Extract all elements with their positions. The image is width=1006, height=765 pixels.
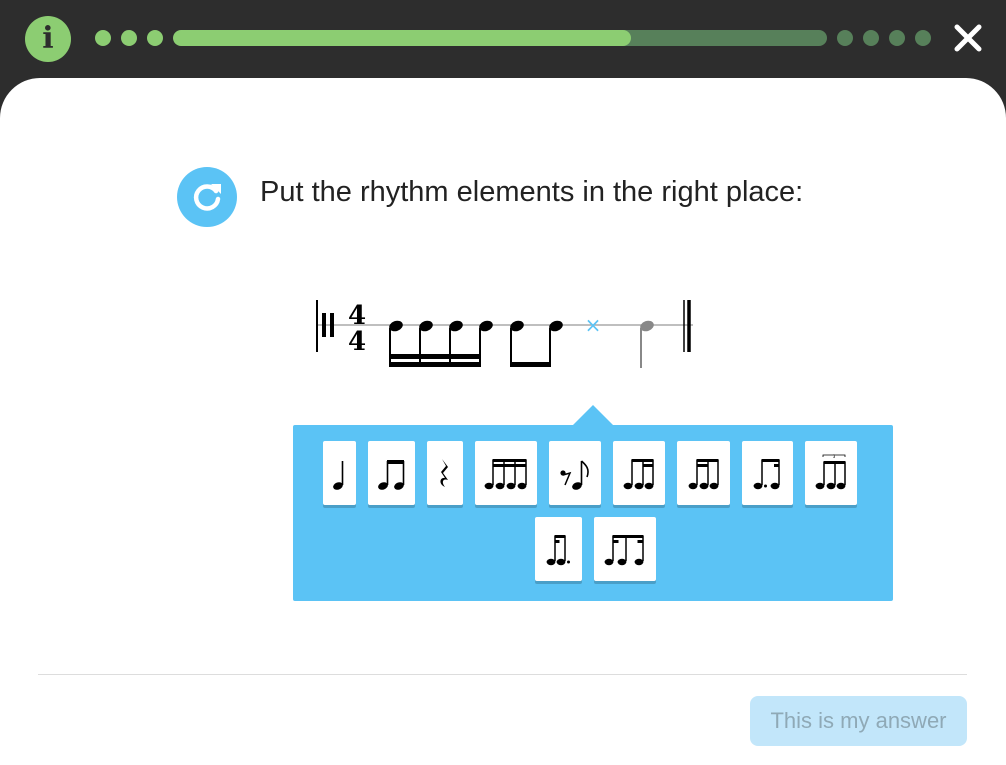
progress-step-done: [121, 30, 137, 46]
eighth-rest-eighth-note-icon: [560, 460, 589, 490]
submit-answer-button[interactable]: This is my answer: [750, 696, 967, 746]
progress-fill: [173, 30, 631, 46]
exercise-card: Put the rhythm elements in the right pla…: [0, 78, 1006, 765]
two-sixteenths-eighth-tile[interactable]: [677, 441, 730, 505]
syncopated-icon: [604, 535, 644, 566]
quarter-note-tile[interactable]: [323, 441, 356, 505]
progress-step-remaining: [889, 30, 905, 46]
two-sixteenths-eighth-icon: [688, 459, 719, 490]
question-text: Put the rhythm elements in the right pla…: [260, 176, 804, 208]
sixteenth-note-group: [389, 320, 493, 367]
progress-step-done: [95, 30, 111, 46]
eighth-note-pair: [510, 320, 563, 367]
dotted-eighth-sixteenth-icon: [753, 459, 780, 490]
progress-step-done: [147, 30, 163, 46]
progress-bar: [173, 30, 827, 46]
quarter-rest-tile[interactable]: [427, 441, 463, 505]
eighth-rest-eighth-note-tile[interactable]: [549, 441, 601, 505]
percussion-clef-icon: [322, 313, 326, 337]
progress-step-remaining: [915, 30, 931, 46]
quarter-note-grey: [640, 320, 654, 368]
rhythm-palette: 3: [293, 425, 893, 601]
top-bar: i: [0, 0, 1006, 80]
two-eighth-notes-tile[interactable]: [368, 441, 415, 505]
footer-divider: [38, 674, 967, 675]
progress-step-remaining: [837, 30, 853, 46]
palette-pointer: [573, 405, 613, 425]
info-icon[interactable]: i: [25, 16, 71, 62]
eighth-two-sixteenths-tile[interactable]: [613, 441, 665, 505]
dotted-eighth-sixteenth-tile[interactable]: [742, 441, 793, 505]
sixteenth-dotted-eighth-tile[interactable]: [535, 517, 582, 581]
four-sixteenth-notes-icon: [484, 459, 527, 490]
svg-text:3: 3: [833, 454, 836, 459]
triplet-tile[interactable]: 3: [805, 441, 857, 505]
progress-step-remaining: [863, 30, 879, 46]
syncopated-tile[interactable]: [594, 517, 656, 581]
quarter-rest-icon: [440, 459, 448, 487]
sixteenth-dotted-eighth-icon: [546, 535, 570, 566]
close-icon[interactable]: [952, 22, 984, 54]
two-eighth-notes-icon: [377, 460, 404, 490]
eighth-two-sixteenths-icon: [623, 459, 654, 490]
empty-slot-marker: ×: [585, 313, 602, 337]
time-signature-bottom: 4: [348, 327, 366, 357]
quarter-note-icon: [332, 461, 343, 490]
triplet-icon: 3: [815, 454, 846, 490]
four-sixteenth-notes-tile[interactable]: [475, 441, 537, 505]
rhythm-staff: 4 4 ×: [316, 300, 693, 368]
reload-icon[interactable]: [177, 167, 237, 227]
